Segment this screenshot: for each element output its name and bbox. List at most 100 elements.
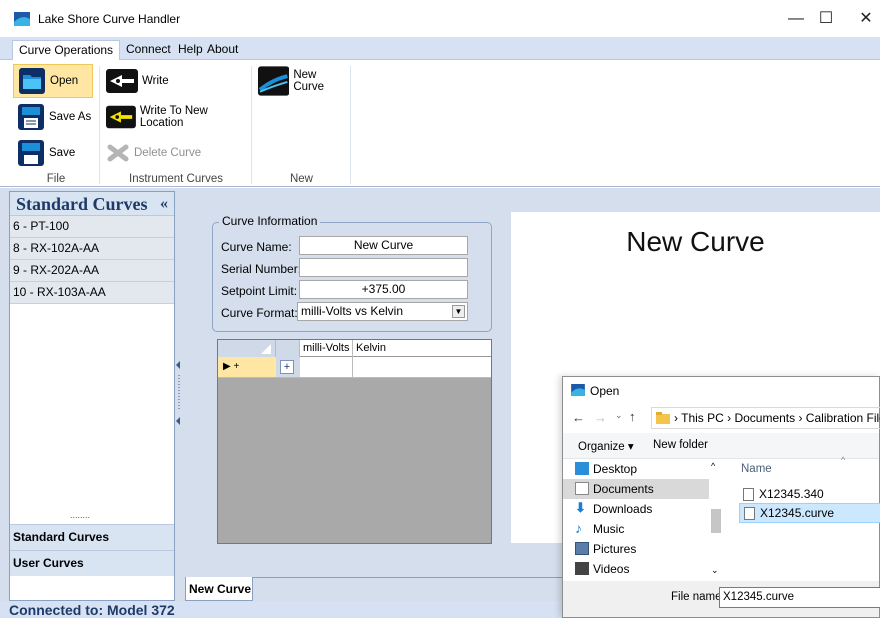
nav-desktop[interactable]: Desktop (563, 459, 709, 479)
folder-icon (656, 412, 670, 424)
save-as-label: Save As (49, 111, 92, 123)
nav-documents[interactable]: Documents (563, 479, 709, 499)
file-item[interactable]: X12345.340 (739, 485, 879, 505)
grid-add-cell: + (276, 357, 300, 377)
tab-connect[interactable]: Connect (120, 40, 177, 60)
sidebar-title: Standard Curves (16, 194, 148, 214)
ribbon-separator (99, 66, 100, 184)
sidebar-item[interactable]: 9 - RX-202A-AA (10, 260, 174, 282)
new-curve-icon (258, 66, 290, 96)
scroll-thumb[interactable] (711, 509, 721, 533)
nav-pictures[interactable]: Pictures (563, 539, 709, 559)
pictures-icon (575, 542, 589, 555)
select-all-icon (261, 344, 271, 354)
app-icon (571, 384, 585, 396)
organize-button[interactable]: Organize ▾ (578, 439, 634, 453)
delete-icon (107, 144, 129, 162)
open-label: Open (50, 75, 79, 87)
filename-bar: File name: X12345.curve (563, 581, 880, 617)
dialog-toolbar: Organize ▾ New folder (563, 433, 879, 459)
scroll-down-icon[interactable]: ⌄ (711, 565, 719, 576)
save-as-button[interactable]: Save As (13, 100, 93, 134)
nav-music[interactable]: ♪ Music (563, 519, 709, 539)
new-folder-button[interactable]: New folder (653, 439, 708, 451)
write-icon (106, 69, 138, 93)
dialog-title: Open (590, 384, 620, 398)
curve-name-label: Curve Name: (221, 240, 292, 254)
save-label: Save (49, 147, 76, 159)
nav-standard-curves[interactable]: Standard Curves (10, 524, 174, 550)
folder-open-icon (19, 68, 45, 94)
scroll-up-icon[interactable]: ^ (711, 461, 715, 471)
instrument-group-label: Instrument Curves (129, 173, 223, 185)
nav-videos-label: Videos (593, 562, 630, 576)
curve-format-select[interactable]: milli-Volts vs Kelvin ▼ (297, 302, 468, 321)
sidebar-header: Standard Curves « (10, 192, 174, 216)
ribbon-separator (251, 66, 252, 184)
column-header-milli-volts[interactable]: milli-Volts (300, 340, 353, 357)
save-as-icon (18, 104, 44, 130)
nav-documents-label: Documents (593, 482, 654, 496)
sidebar-item[interactable]: 10 - RX-103A-AA (10, 282, 174, 304)
forward-arrow-icon[interactable]: → (594, 410, 607, 425)
add-row-button[interactable]: + (280, 360, 294, 374)
menu-bar: Curve Operations Connect Help About (0, 38, 880, 60)
filename-label: File name: (671, 591, 725, 603)
close-button[interactable]: ✕ (846, 8, 880, 32)
open-dialog: Open ← → ⌄ ↑ › This PC › Documents › Cal… (562, 376, 880, 618)
new-curve-button[interactable]: New Curve (254, 64, 349, 98)
nav-videos[interactable]: Videos (563, 559, 709, 579)
collapse-icon[interactable]: « (160, 192, 168, 216)
column-header-kelvin[interactable]: Kelvin (353, 340, 491, 357)
address-bar[interactable]: › This PC › Documents › Calibration File… (651, 407, 880, 429)
save-button[interactable]: Save (13, 136, 93, 170)
grid-corner[interactable] (218, 340, 276, 357)
nav-user-curves[interactable]: User Curves (10, 550, 174, 576)
file-item[interactable]: X12345.curve (739, 503, 880, 523)
tab-curve-operations[interactable]: Curve Operations (12, 40, 121, 60)
table-row[interactable]: ▶ + + (218, 357, 491, 378)
write-new-location-button[interactable]: Write To New Location (102, 100, 247, 134)
write-button[interactable]: Write (102, 64, 247, 98)
cell-milli-volts[interactable] (300, 357, 353, 377)
recent-dropdown-icon[interactable]: ⌄ (615, 410, 623, 421)
curve-name-field[interactable]: New Curve (299, 236, 468, 255)
sidebar-item[interactable]: 6 - PT-100 (10, 216, 174, 238)
sort-ascending-icon: ^ (841, 455, 846, 465)
curve-info-title: Curve Information (219, 214, 321, 228)
ribbon: Open Save As Save File Write Write To Ne… (0, 60, 880, 187)
row-marker: ▶ + (218, 357, 276, 377)
setpoint-limit-field[interactable]: +375.00 (299, 280, 468, 299)
file-icon (743, 488, 754, 501)
preview-title: New Curve (626, 226, 765, 257)
cell-kelvin[interactable] (353, 357, 491, 377)
delete-curve-button[interactable]: Delete Curve (102, 136, 247, 170)
app-icon (14, 12, 30, 26)
write-new-location-label: Write To New Location (139, 105, 208, 129)
serial-number-field[interactable] (299, 258, 468, 277)
name-column-header[interactable]: Name (741, 463, 772, 475)
nav-scrollbar[interactable]: ^ ⌄ (711, 461, 721, 579)
sidebar-splitter-grip[interactable]: ........ (70, 510, 90, 520)
curve-data-grid[interactable]: milli-Volts Kelvin ▶ + + (217, 339, 492, 544)
open-button[interactable]: Open (13, 64, 93, 98)
address-path: › This PC › Documents › Calibration File… (674, 411, 880, 425)
filename-input[interactable]: X12345.curve (719, 587, 880, 608)
sidebar-item[interactable]: 8 - RX-102A-AA (10, 238, 174, 260)
write-new-location-icon (106, 105, 136, 129)
back-arrow-icon[interactable]: ← (572, 410, 585, 425)
dialog-title-bar: Open (563, 377, 879, 403)
dialog-nav-bar: ← → ⌄ ↑ › This PC › Documents › Calibrat… (563, 403, 880, 433)
maximize-button[interactable]: ☐ (806, 8, 846, 32)
videos-icon (575, 562, 589, 575)
tab-about[interactable]: About (201, 40, 244, 60)
tab-new-curve[interactable]: New Curve (185, 577, 253, 601)
panel-splitter[interactable] (175, 191, 184, 601)
chevron-down-icon[interactable]: ▼ (452, 305, 465, 318)
music-icon: ♪ (575, 520, 582, 536)
nav-downloads[interactable]: ⬇ Downloads (563, 499, 709, 519)
nav-music-label: Music (593, 522, 625, 536)
up-arrow-icon[interactable]: ↑ (629, 409, 636, 424)
new-curve-label: New Curve (293, 69, 324, 93)
nav-downloads-label: Downloads (593, 502, 653, 516)
